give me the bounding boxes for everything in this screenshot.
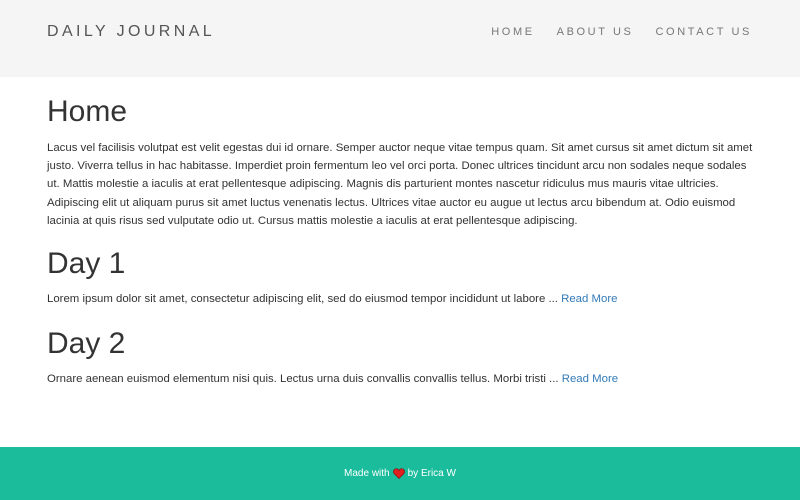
nav-menu: HOME ABOUT US CONTACT US [469, 26, 752, 39]
footer-credit: Made with by Erica W [344, 468, 456, 480]
brand-logo[interactable]: DAILY JOURNAL [47, 23, 215, 41]
read-more-link[interactable]: Read More [561, 293, 617, 305]
read-more-link[interactable]: Read More [562, 373, 618, 385]
footer: Made with by Erica W [0, 447, 800, 500]
heart-icon [392, 468, 405, 479]
post-title: Day 1 [47, 247, 126, 281]
main-content: Home Lacus vel facilisis volutpat est ve… [47, 95, 757, 407]
page-title: Home [47, 95, 128, 128]
navbar: DAILY JOURNAL HOME ABOUT US CONTACT US [0, 0, 800, 77]
intro-paragraph: Lacus vel facilisis volutpat est velit e… [47, 142, 753, 227]
nav-link-about-us[interactable]: ABOUT US [557, 26, 634, 39]
footer-suffix: by Erica W [407, 467, 456, 479]
post-day-1: Day 1 Lorem ipsum dolor sit amet, consec… [47, 247, 757, 308]
nav-link-home[interactable]: HOME [491, 26, 534, 39]
footer-prefix: Made with [344, 467, 390, 479]
post-title: Day 2 [47, 327, 126, 361]
post-excerpt-text: Ornare aenean euismod elementum nisi qui… [47, 373, 559, 386]
post-excerpt: Ornare aenean euismod elementum nisi qui… [47, 370, 757, 388]
nav-link-contact-us[interactable]: CONTACT US [656, 26, 753, 39]
post-excerpt: Lorem ipsum dolor sit amet, consectetur … [47, 290, 757, 308]
post-excerpt-text: Lorem ipsum dolor sit amet, consectetur … [47, 293, 558, 306]
post-day-2: Day 2 Ornare aenean euismod elementum ni… [47, 327, 757, 388]
